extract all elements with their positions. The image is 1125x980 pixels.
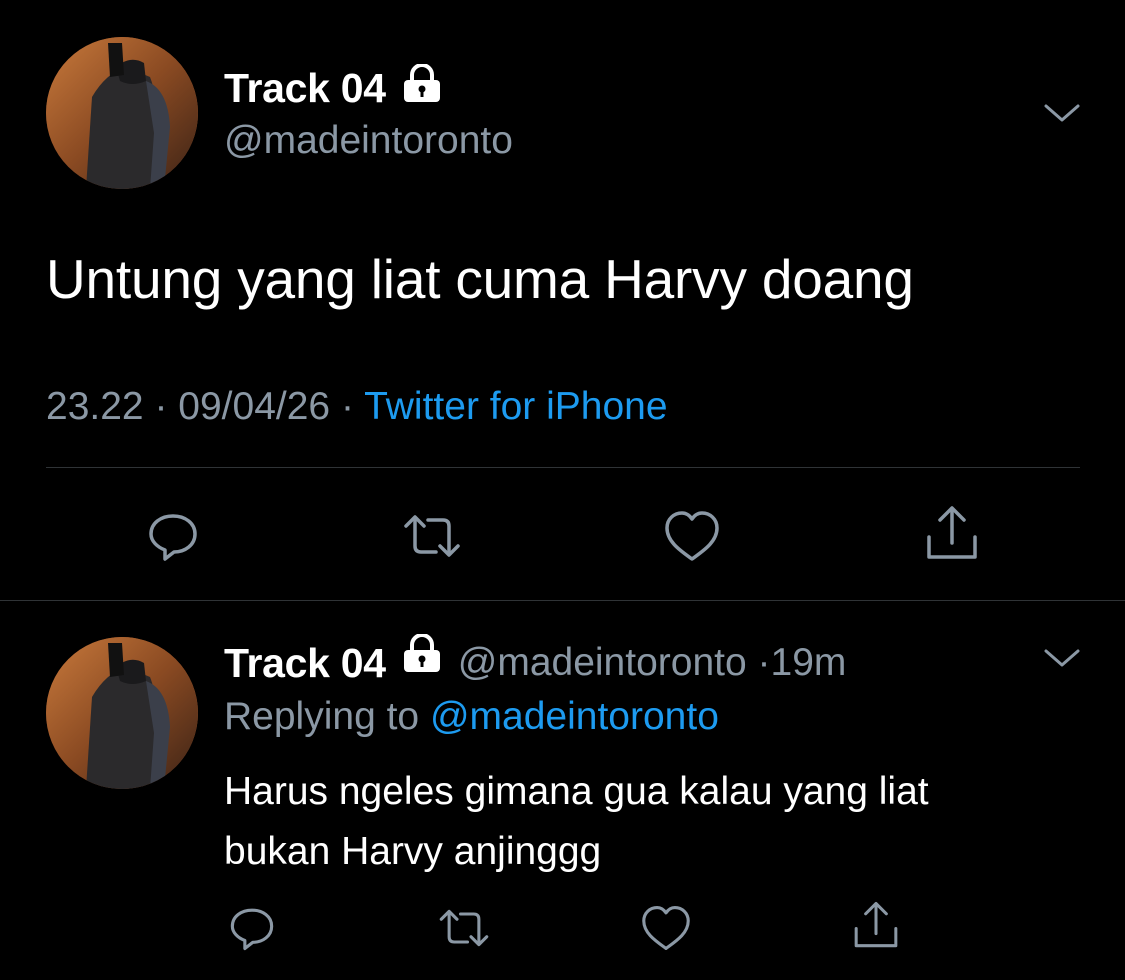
share-button[interactable] (844, 894, 908, 956)
time-ago: 19m (770, 641, 847, 684)
reply-header: Track 04 @madeintoronto ·19m (224, 633, 847, 692)
heart-icon (642, 906, 690, 950)
chevron-down-icon[interactable] (1042, 645, 1082, 676)
separator: · (340, 385, 354, 428)
reply-button[interactable] (220, 898, 284, 958)
separator: · (154, 385, 168, 428)
divider (46, 467, 1080, 468)
avatar[interactable] (46, 37, 198, 189)
heart-icon (665, 511, 719, 561)
retweet-icon (439, 909, 489, 947)
handle-and-time: @madeintoronto ·19m (458, 639, 847, 687)
tweet-date: 09/04/26 (178, 385, 331, 428)
mention-link[interactable]: @madeintoronto (430, 695, 719, 738)
display-name[interactable]: Track 04 (224, 63, 442, 112)
avatar[interactable] (46, 637, 198, 789)
handle[interactable]: @madeintoronto (458, 641, 747, 684)
handle[interactable]: @madeintoronto (224, 118, 513, 164)
like-button[interactable] (657, 504, 727, 568)
tweet-meta: 23.22 · 09/04/26 · Twitter for iPhone (46, 384, 668, 430)
tweet-time: 23.22 (46, 385, 144, 428)
tweet-text: Untung yang liat cuma Harvy doang (46, 248, 914, 310)
like-button[interactable] (634, 898, 698, 958)
chevron-down-icon[interactable] (1042, 100, 1082, 131)
lock-icon (402, 63, 442, 112)
display-name[interactable]: Track 04 (224, 639, 386, 687)
separator: · (757, 641, 771, 684)
share-button[interactable] (917, 500, 987, 566)
retweet-button[interactable] (432, 898, 496, 958)
replying-to: Replying to @madeintoronto (224, 694, 719, 740)
divider (0, 600, 1125, 601)
retweet-icon (404, 515, 460, 557)
reply-button[interactable] (138, 504, 208, 568)
reply-icon (149, 514, 197, 561)
display-name-text: Track 04 (224, 65, 386, 111)
tweet-text: Harus ngeles gimana gua kalau yang liat … (224, 770, 929, 873)
retweet-button[interactable] (397, 504, 467, 568)
share-icon (927, 506, 977, 559)
reply-icon (230, 908, 274, 951)
lock-icon (402, 633, 442, 692)
tweet-source-link[interactable]: Twitter for iPhone (364, 385, 667, 428)
share-icon (854, 901, 898, 948)
replying-prefix: Replying to (224, 695, 420, 738)
